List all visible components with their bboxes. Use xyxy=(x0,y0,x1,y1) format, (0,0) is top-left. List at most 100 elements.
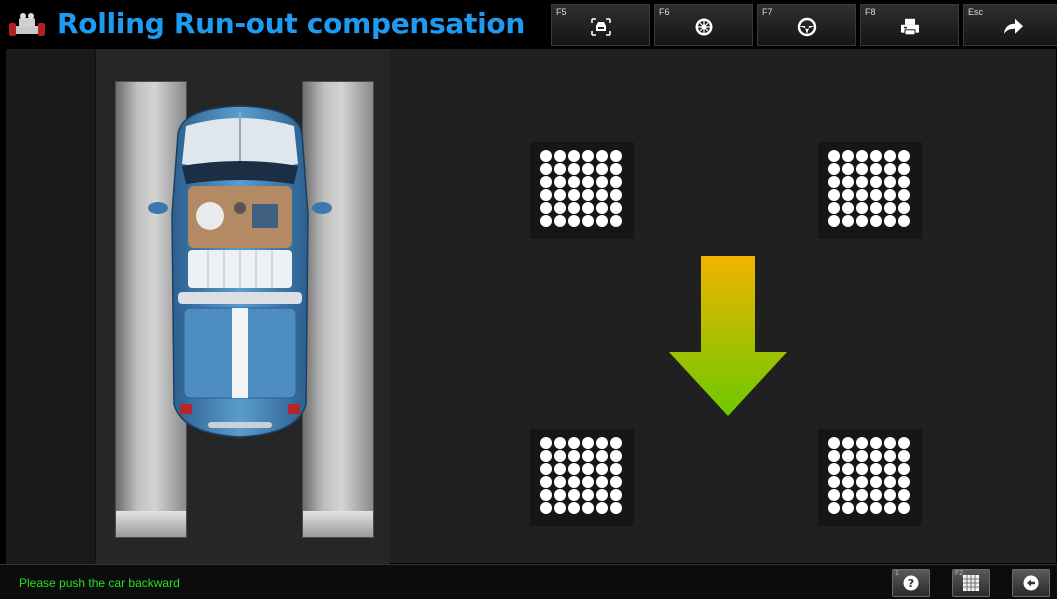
target-dot xyxy=(842,476,854,488)
target-dot xyxy=(582,476,594,488)
target-dot xyxy=(870,489,882,501)
target-dot xyxy=(568,189,580,201)
target-dot xyxy=(554,202,566,214)
target-dot xyxy=(884,463,896,475)
target-dot xyxy=(596,176,608,188)
back-button[interactable] xyxy=(1012,569,1050,597)
target-dot xyxy=(568,476,580,488)
target-dot xyxy=(554,502,566,514)
target-dot xyxy=(842,463,854,475)
target-dot xyxy=(540,489,552,501)
target-dot xyxy=(596,489,608,501)
target-dot xyxy=(568,463,580,475)
target-dot-grid xyxy=(828,150,912,228)
target-dot xyxy=(884,437,896,449)
target-dot xyxy=(884,215,896,227)
target-dot xyxy=(582,176,594,188)
status-bar: Please push the car backward 1 ? F2 xyxy=(0,564,1057,599)
target-dot xyxy=(596,463,608,475)
target-dot xyxy=(856,150,868,162)
f7-steering-button[interactable]: F7 xyxy=(757,4,856,46)
target-dot xyxy=(856,189,868,201)
target-dot xyxy=(856,176,868,188)
target-dot xyxy=(870,437,882,449)
target-dot xyxy=(610,450,622,462)
target-dot xyxy=(554,150,566,162)
grid-view-button[interactable]: F2 xyxy=(952,569,990,597)
target-front-right xyxy=(818,142,922,239)
target-dot xyxy=(554,437,566,449)
target-dot xyxy=(842,215,854,227)
target-dot xyxy=(856,215,868,227)
target-dot xyxy=(828,202,840,214)
target-dot xyxy=(842,202,854,214)
target-dot xyxy=(610,502,622,514)
target-dot xyxy=(596,189,608,201)
target-dot xyxy=(582,163,594,175)
forward-arrow-icon xyxy=(1003,18,1023,34)
target-dot xyxy=(568,176,580,188)
target-dot xyxy=(842,163,854,175)
main-panel xyxy=(6,48,1056,564)
key-label: F6 xyxy=(659,7,670,17)
help-button[interactable]: 1 ? xyxy=(892,569,930,597)
target-dot xyxy=(884,189,896,201)
target-rear-right xyxy=(818,429,922,526)
target-dot xyxy=(842,150,854,162)
target-dot xyxy=(610,150,622,162)
target-dot xyxy=(568,150,580,162)
f5-car-view-button[interactable]: F5 xyxy=(551,4,650,46)
target-dot xyxy=(870,176,882,188)
target-dot xyxy=(856,437,868,449)
target-dot xyxy=(856,502,868,514)
target-dot xyxy=(898,176,910,188)
target-front-left xyxy=(530,142,634,239)
target-dot xyxy=(540,215,552,227)
target-dot xyxy=(870,202,882,214)
target-dot xyxy=(610,215,622,227)
target-dot xyxy=(856,450,868,462)
target-dot xyxy=(540,450,552,462)
target-dot xyxy=(554,489,566,501)
target-dot xyxy=(596,215,608,227)
esc-next-button[interactable]: Esc xyxy=(963,4,1057,46)
target-dot xyxy=(856,163,868,175)
target-dot xyxy=(568,215,580,227)
target-dot-grid xyxy=(540,437,624,515)
f6-wheel-button[interactable]: F6 xyxy=(654,4,753,46)
target-dot xyxy=(898,476,910,488)
target-dot xyxy=(828,476,840,488)
printer-icon xyxy=(900,18,919,36)
target-dot xyxy=(610,176,622,188)
target-dot xyxy=(898,450,910,462)
target-dot xyxy=(568,437,580,449)
target-dot xyxy=(828,463,840,475)
target-dot xyxy=(870,150,882,162)
target-dot xyxy=(828,150,840,162)
target-dot xyxy=(870,189,882,201)
target-dot xyxy=(884,489,896,501)
target-dot xyxy=(842,437,854,449)
target-dot xyxy=(596,450,608,462)
target-dot xyxy=(884,176,896,188)
target-dot xyxy=(554,189,566,201)
target-dot xyxy=(898,150,910,162)
target-dot xyxy=(540,437,552,449)
target-dot xyxy=(870,463,882,475)
target-dot xyxy=(568,489,580,501)
target-dot xyxy=(842,450,854,462)
target-dot xyxy=(870,476,882,488)
f8-print-button[interactable]: F8 xyxy=(860,4,959,46)
target-dot xyxy=(610,163,622,175)
target-dot xyxy=(554,163,566,175)
target-dot xyxy=(582,150,594,162)
target-dot xyxy=(898,202,910,214)
grid-icon xyxy=(963,575,979,591)
target-dot xyxy=(582,189,594,201)
header: Rolling Run-out compensation F5 F6 F7 F8… xyxy=(0,0,1057,48)
target-dot-grid xyxy=(540,150,624,228)
target-dot xyxy=(610,476,622,488)
target-dot xyxy=(842,176,854,188)
target-dot xyxy=(554,476,566,488)
target-dot xyxy=(842,489,854,501)
